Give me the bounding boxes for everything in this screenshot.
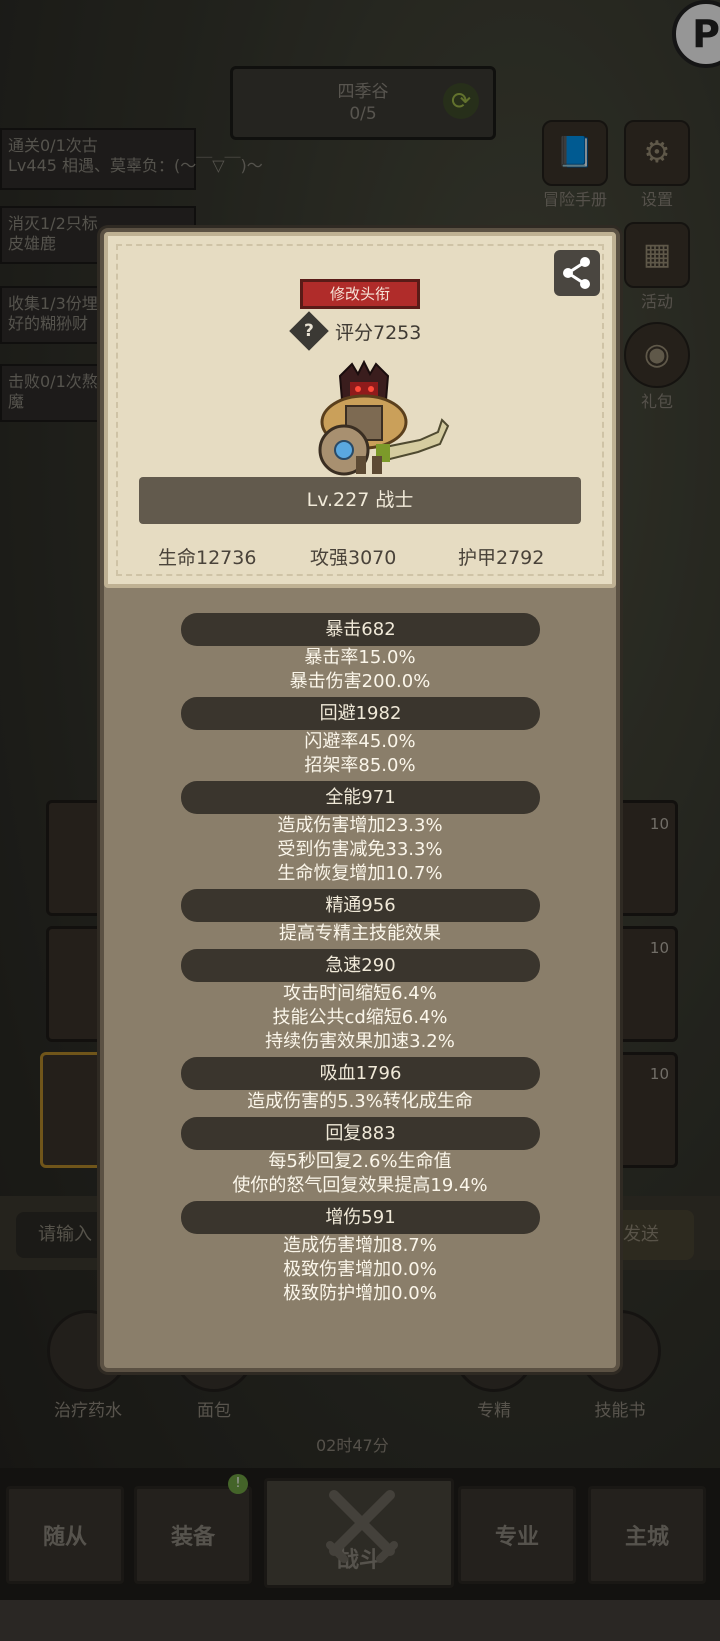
mastery-header: 精通956 [181,889,540,922]
stat-line: 持续伤害效果加速3.2% [265,1031,455,1052]
stat-line: 闪避率45.0% [304,731,416,752]
stat-line: 暴击率15.0% [304,647,416,668]
stat-line: 生命恢复增加10.7% [277,863,443,884]
level-class-bar: Lv.227 战士 [139,477,581,524]
damage-bonus-header: 增伤591 [181,1201,540,1234]
hp-stat: 生命12736 [158,547,257,569]
stat-line: 招架率85.0% [304,755,416,776]
crit-header: 暴击682 [181,613,540,646]
character-avatar [300,359,468,480]
stat-line: 每5秒回复2.6%生命值 [268,1151,452,1172]
stat-line: 暴击伤害200.0% [289,671,431,692]
attack-stat: 攻强3070 [310,547,397,569]
share-icon [563,257,590,289]
stat-line: 造成伤害增加8.7% [283,1235,437,1256]
versatility-header: 全能971 [181,781,540,814]
lifesteal-header: 吸血1796 [181,1057,540,1090]
stat-line: 极致伤害增加0.0% [283,1259,437,1280]
stat-line: 受到伤害减免33.3% [277,839,443,860]
regen-header: 回复883 [181,1117,540,1150]
armor-stat: 护甲2792 [458,547,545,569]
stat-line: 技能公共cd缩短6.4% [272,1007,448,1028]
haste-header: 急速290 [181,949,540,982]
edit-title-button[interactable]: 修改头衔 [300,279,420,309]
stat-line: 使你的怒气回复效果提高19.4% [232,1175,488,1196]
stat-line: 攻击时间缩短6.4% [283,983,437,1004]
stat-line: 造成伤害增加23.3% [277,815,443,836]
score-label: 评分7253 [335,322,422,344]
warrior-sprite-icon [318,359,450,476]
dodge-header: 回避1982 [181,697,540,730]
stat-line: 提高专精主技能效果 [279,923,441,944]
share-button[interactable] [554,250,600,296]
stat-line: 极致防护增加0.0% [283,1283,437,1304]
stat-line: 造成伤害的5.3%转化成生命 [247,1091,473,1112]
